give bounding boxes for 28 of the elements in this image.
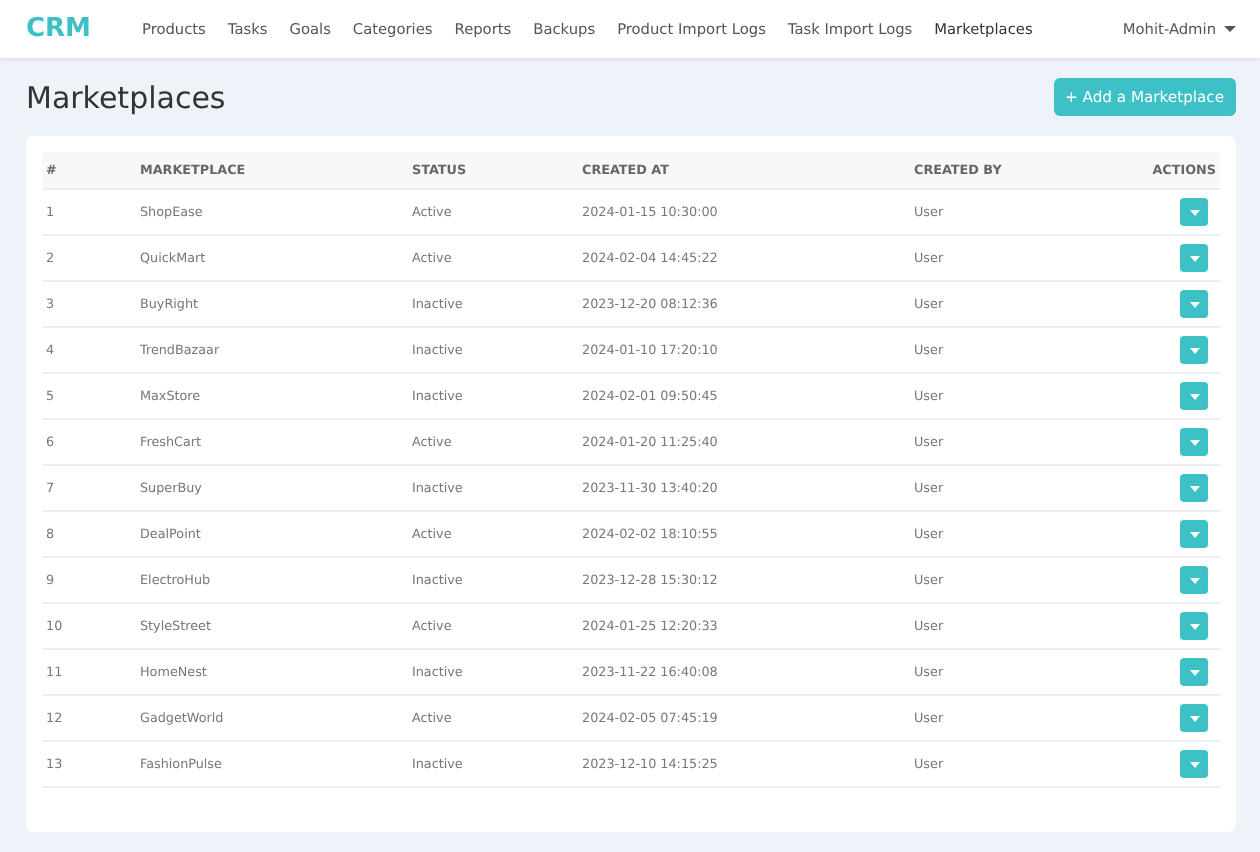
actions-dropdown-button[interactable] bbox=[1180, 336, 1208, 364]
actions-dropdown-button[interactable] bbox=[1180, 244, 1208, 272]
actions-dropdown-button[interactable] bbox=[1180, 198, 1208, 226]
actions-dropdown-button[interactable] bbox=[1180, 612, 1208, 640]
actions-dropdown-button[interactable] bbox=[1180, 658, 1208, 686]
caret-icon bbox=[1189, 255, 1199, 261]
caret-icon bbox=[1189, 301, 1199, 307]
caret-icon bbox=[1224, 25, 1236, 33]
caret-icon bbox=[1189, 439, 1199, 445]
actions-dropdown-button[interactable] bbox=[1180, 382, 1208, 410]
caret-icon bbox=[1189, 715, 1199, 721]
page-title: Marketplaces bbox=[26, 79, 226, 115]
caret-icon bbox=[1189, 761, 1199, 767]
caret-icon bbox=[1189, 347, 1199, 353]
caret-icon bbox=[1189, 209, 1199, 215]
actions-dropdown-button[interactable] bbox=[1180, 704, 1208, 732]
actions-dropdown-button[interactable] bbox=[1180, 474, 1208, 502]
actions-dropdown-button[interactable] bbox=[1180, 520, 1208, 548]
caret-icon bbox=[1189, 577, 1199, 583]
caret-icon bbox=[1189, 531, 1199, 537]
actions-dropdown-button[interactable] bbox=[1180, 428, 1208, 456]
caret-icon bbox=[1189, 485, 1199, 491]
actions-dropdown-button[interactable] bbox=[1180, 566, 1208, 594]
actions-dropdown-button[interactable] bbox=[1180, 290, 1208, 318]
caret-icon bbox=[1189, 669, 1199, 675]
caret-icon bbox=[1189, 623, 1199, 629]
actions-dropdown-button[interactable] bbox=[1180, 750, 1208, 778]
caret-icon bbox=[1189, 393, 1199, 399]
